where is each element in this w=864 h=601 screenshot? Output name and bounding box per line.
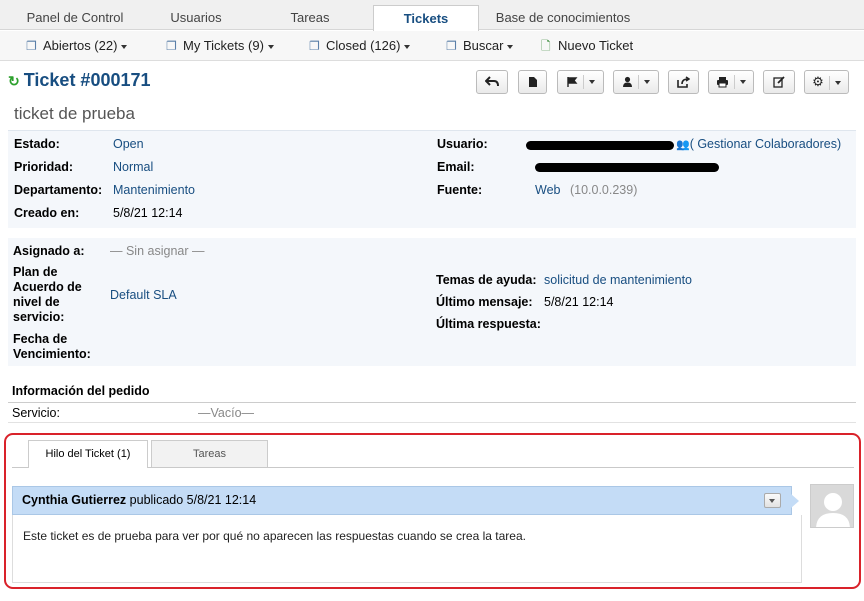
copy-icon: ❐	[309, 39, 320, 53]
copy-icon: ❐	[166, 39, 177, 53]
print-icon	[717, 77, 728, 88]
divider	[8, 402, 856, 403]
redacted-user-name	[526, 141, 674, 150]
message-pointer	[791, 494, 799, 508]
tab-knowledgebase[interactable]: Base de conocimientos	[490, 5, 636, 30]
servicio-value: —Vacío—	[198, 406, 255, 420]
caret-down-icon	[644, 80, 650, 85]
creado-label: Creado en:	[14, 206, 80, 220]
edit-button[interactable]	[763, 70, 795, 94]
message-header: Cynthia Gutierrez publicado 5/8/21 12:14	[12, 486, 799, 515]
users-icon: 👥	[676, 139, 690, 151]
tab-tasks[interactable]: Tareas	[262, 5, 358, 30]
ultima-respuesta-label: Última respuesta:	[436, 317, 541, 331]
new-document-icon: 🗋	[541, 39, 551, 53]
message-options-dropdown[interactable]	[764, 493, 781, 508]
message-posted: publicado 5/8/21 12:14	[129, 493, 257, 507]
assign-dropdown-button[interactable]	[613, 70, 659, 94]
settings-dropdown-button[interactable]: ⚙	[804, 70, 849, 94]
departamento-label: Departamento:	[14, 183, 103, 197]
fuente-ip: (10.0.0.239)	[569, 183, 638, 197]
tab-dashboard[interactable]: Panel de Control	[14, 5, 136, 30]
copy-icon: ❐	[26, 39, 37, 53]
ticket-subject: ticket de prueba	[14, 104, 135, 123]
usuario-label: Usuario:	[437, 137, 488, 151]
main-nav: Panel de Control Usuarios Tareas Tickets…	[0, 0, 864, 31]
fuente-label: Fuente:	[437, 183, 483, 197]
caret-down-icon	[589, 80, 595, 85]
asignado-label: Asignado a:	[13, 244, 85, 258]
tab-users[interactable]: Usuarios	[146, 5, 246, 30]
estado-label: Estado:	[14, 137, 60, 151]
user-icon	[623, 76, 632, 88]
caret-down-icon	[740, 80, 746, 85]
print-dropdown-button[interactable]	[708, 70, 754, 94]
flag-dropdown-button[interactable]	[557, 70, 604, 94]
edit-icon	[773, 76, 785, 88]
caret-down-icon	[121, 44, 128, 49]
reply-button[interactable]	[476, 70, 508, 94]
closed-tickets-dropdown[interactable]: ❐ Closed (126)	[309, 31, 411, 61]
redacted-email	[535, 163, 719, 172]
manage-collaborators-link[interactable]: 👥( Gestionar Colaboradores)	[676, 137, 841, 151]
document-icon	[528, 77, 537, 88]
avatar	[810, 484, 854, 528]
search-dropdown[interactable]: ❐ Buscar	[446, 31, 514, 61]
caret-down-icon	[834, 81, 841, 86]
open-tickets-dropdown[interactable]: ❐ Abiertos (22)	[26, 31, 128, 61]
my-tickets-dropdown[interactable]: ❐ My Tickets (9)	[166, 31, 274, 61]
sla-value: Default SLA	[110, 288, 177, 302]
message-author: Cynthia Gutierrez	[22, 493, 127, 507]
fuente-value: Web (10.0.0.239)	[535, 183, 638, 197]
refresh-icon[interactable]: ↻	[8, 73, 20, 89]
vencimiento-label: Fecha de Vencimiento:	[13, 332, 91, 361]
reply-icon	[484, 76, 499, 87]
copy-icon: ❐	[446, 39, 457, 53]
caret-down-icon	[507, 44, 514, 49]
caret-down-icon	[267, 44, 274, 49]
estado-value: Open	[113, 137, 144, 151]
caret-down-icon	[769, 499, 775, 503]
ticket-subnav: ❐ Abiertos (22) ❐ My Tickets (9) ❐ Closed (…	[0, 31, 864, 61]
ticket-info-block: Estado: Open Prioridad: Normal Departame…	[8, 130, 856, 228]
new-ticket-link[interactable]: 🗋 Nuevo Ticket	[541, 31, 633, 61]
ticket-number[interactable]: ↻ Ticket #000171	[8, 70, 151, 91]
caret-down-icon	[404, 44, 411, 49]
assignment-block: Asignado a: — Sin asignar — Plan de Acue…	[8, 238, 856, 366]
order-info-heading: Información del pedido	[12, 384, 150, 398]
temas-value: solicitud de mantenimiento	[544, 273, 692, 287]
prioridad-value[interactable]: Normal	[113, 160, 153, 174]
sla-label: Plan de Acuerdo de nivel de servicio:	[13, 265, 82, 324]
message-body: Este ticket es de prueba para ver por qu…	[12, 515, 802, 583]
tab-ticket-thread[interactable]: Hilo del Ticket (1)	[28, 440, 148, 468]
share-icon	[677, 76, 691, 88]
tab-thread-tasks[interactable]: Tareas	[151, 440, 268, 467]
edit-document-button[interactable]	[518, 70, 547, 94]
ultimo-mensaje-value: 5/8/21 12:14	[544, 295, 614, 309]
servicio-label: Servicio:	[12, 406, 60, 420]
share-button[interactable]	[668, 70, 699, 94]
prioridad-label: Prioridad:	[14, 160, 74, 174]
avatar-placeholder-icon	[811, 485, 853, 527]
email-label: Email:	[437, 160, 475, 174]
creado-value: 5/8/21 12:14	[113, 206, 183, 220]
flag-icon	[567, 77, 578, 88]
asignado-value: — Sin asignar —	[110, 244, 205, 258]
departamento-value[interactable]: Mantenimiento	[113, 183, 195, 197]
divider	[8, 422, 856, 423]
ticket-thread-panel: Hilo del Ticket (1) Tareas Cynthia Gutie…	[4, 433, 861, 589]
gear-icon: ⚙	[812, 74, 824, 89]
ultimo-mensaje-label: Último mensaje:	[436, 295, 533, 309]
tab-tickets[interactable]: Tickets	[373, 5, 479, 31]
temas-label: Temas de ayuda:	[436, 273, 537, 287]
